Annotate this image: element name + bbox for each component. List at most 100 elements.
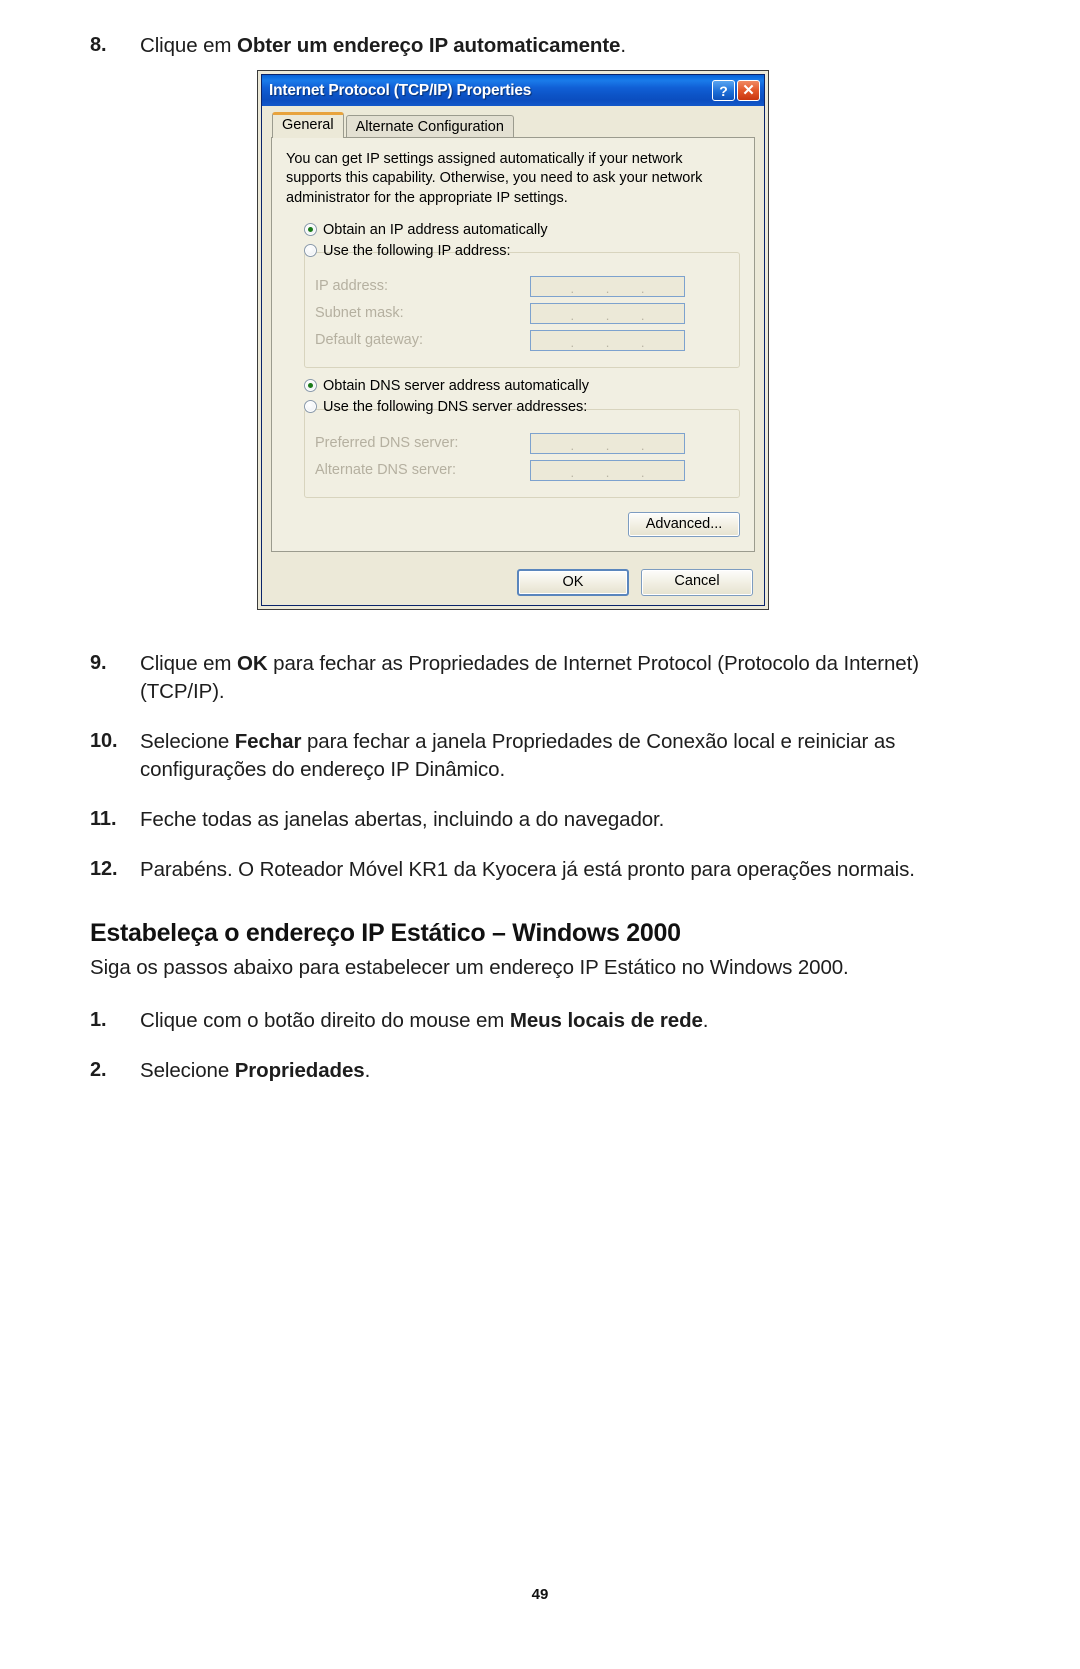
- list-item: 8. Clique em Obter um endereço IP automa…: [90, 32, 990, 60]
- ip-separator-dot: .: [640, 438, 645, 454]
- field-label: IP address:: [315, 278, 389, 295]
- page-content: 8. Clique em Obter um endereço IP automa…: [90, 32, 990, 1107]
- dialog-tabstrip: General Alternate Configuration: [262, 106, 764, 141]
- section-lead: Siga os passos abaixo para estabelecer u…: [90, 955, 849, 979]
- radio-label: Obtain DNS server address automatically: [323, 377, 589, 394]
- page-number: 49: [531, 1586, 549, 1603]
- ip-separator-dot: .: [640, 308, 645, 324]
- alternate-dns-input[interactable]: . . .: [530, 459, 685, 481]
- ok-button[interactable]: OK: [517, 568, 629, 596]
- list-item: 9. Clique em OK para fechar as Propriedad…: [90, 650, 990, 706]
- dialog-titlebar: Internet Protocol (TCP/IP) Properties ? …: [262, 75, 764, 107]
- radio-label: Use the following IP address:: [323, 242, 511, 259]
- help-icon[interactable]: ?: [712, 80, 735, 102]
- plain-text: Feche todas as janelas abertas, incluind…: [140, 808, 665, 832]
- ip-separator-dot: .: [605, 438, 610, 454]
- radio-icon-unselected[interactable]: [304, 400, 317, 414]
- preferred-dns-input[interactable]: . . .: [530, 432, 685, 454]
- emphasis-text: Meus locais de rede: [509, 1009, 703, 1033]
- ip-separator-dot: .: [640, 465, 645, 481]
- ip-separator-dot: .: [570, 281, 575, 297]
- ip-separator-dot: .: [570, 465, 575, 481]
- plain-text: .: [364, 1059, 371, 1083]
- radio-icon-selected[interactable]: [304, 223, 317, 237]
- plain-text: Selecione: [140, 730, 235, 754]
- emphasis-text: Fechar: [234, 730, 302, 754]
- cancel-button[interactable]: Cancel: [641, 568, 753, 596]
- ip-separator-dot: .: [640, 281, 645, 297]
- static-ip-groupbox: IP address: . . . Subnet mask: . . . Def…: [304, 251, 740, 368]
- list-item: 11. Feche todas as janelas abertas, inclu…: [90, 806, 990, 834]
- step-text: Parabéns. O Roteador Móvel KR1 da Kyocer…: [140, 856, 990, 884]
- ip-separator-dot: .: [570, 335, 575, 351]
- plain-text: Parabéns. O Roteador Móvel KR1 da Kyocer…: [140, 858, 915, 882]
- ip-separator-dot: .: [570, 438, 575, 454]
- radio-obtain-ip-automatically[interactable]: Obtain an IP address automatically: [304, 222, 740, 238]
- dialog-footer: OK Cancel: [262, 561, 764, 605]
- list-item: 10. Selecione Fechar para fechar a janela…: [90, 728, 990, 784]
- ip-separator-dot: .: [640, 335, 645, 351]
- list-item: 1. Clique com o botão direito do mouse em…: [90, 1007, 990, 1035]
- ip-separator-dot: .: [605, 281, 610, 297]
- steps-list-bottom: 9. Clique em OK para fechar as Propriedad…: [90, 650, 990, 884]
- radio-obtain-dns-automatically[interactable]: Obtain DNS server address automatically: [304, 378, 740, 394]
- tab-panel-general: You can get IP settings assigned automat…: [271, 137, 755, 552]
- step-number: 9.: [90, 652, 107, 675]
- plain-text: Clique em: [140, 34, 237, 57]
- static-dns-groupbox: Preferred DNS server: . . . Alternate DN…: [304, 408, 740, 498]
- ip-separator-dot: .: [605, 465, 610, 481]
- steps-list-section: 1. Clique com o botão direito do mouse em…: [90, 1007, 990, 1085]
- dialog-title: Internet Protocol (TCP/IP) Properties: [269, 81, 532, 99]
- ip-separator-dot: .: [570, 308, 575, 324]
- plain-text: .: [702, 1009, 709, 1033]
- ip-separator-dot: .: [605, 335, 610, 351]
- dialog-description: You can get IP settings assigned automat…: [286, 151, 703, 206]
- field-subnet-mask: Subnet mask: . . .: [315, 302, 729, 324]
- titlebar-buttons: ? ✕: [712, 80, 760, 102]
- tab-general[interactable]: General: [272, 112, 344, 139]
- subnet-mask-input[interactable]: . . .: [530, 302, 685, 324]
- emphasis-text: OK: [237, 652, 268, 676]
- step-number: 10.: [90, 730, 118, 753]
- radio-use-following-dns[interactable]: Use the following DNS server addresses:: [304, 399, 740, 415]
- radio-icon-selected[interactable]: [304, 379, 317, 393]
- field-preferred-dns: Preferred DNS server: . . .: [315, 432, 729, 454]
- close-icon[interactable]: ✕: [737, 80, 760, 102]
- radio-use-following-ip[interactable]: Use the following IP address:: [304, 243, 740, 259]
- step-number: 1.: [90, 1009, 107, 1032]
- step-text: Clique em Obter um endereço IP automatic…: [140, 32, 990, 60]
- section-heading: Estabeleça o endereço IP Estático – Wind…: [90, 918, 681, 947]
- step-text: Clique em OK para fechar as Propriedades…: [140, 650, 990, 706]
- step-text: Selecione Fechar para fechar a janela Pr…: [140, 728, 990, 784]
- advanced-button[interactable]: Advanced...: [628, 511, 740, 537]
- plain-text: Selecione: [140, 1059, 235, 1083]
- plain-text: Clique em: [140, 652, 237, 676]
- plain-text: .: [620, 34, 626, 57]
- field-label: Default gateway:: [315, 332, 424, 349]
- radio-label: Obtain an IP address automatically: [323, 221, 548, 238]
- step-number: 12.: [90, 858, 118, 881]
- list-item: 2. Selecione Propriedades.: [90, 1057, 990, 1085]
- field-label: Subnet mask:: [315, 305, 404, 322]
- default-gateway-input[interactable]: . . .: [530, 329, 685, 351]
- field-label: Preferred DNS server:: [315, 435, 459, 452]
- ip-address-input[interactable]: . . .: [530, 275, 685, 297]
- field-label: Alternate DNS server:: [315, 462, 457, 479]
- emphasis-text: Obter um endereço IP automaticamente: [237, 34, 621, 57]
- document-page: 8. Clique em Obter um endereço IP automa…: [0, 0, 1080, 1669]
- step-text: Feche todas as janelas abertas, incluind…: [140, 806, 990, 834]
- step-text: Selecione Propriedades.: [140, 1057, 990, 1085]
- step-number: 11.: [90, 808, 117, 831]
- step-text: Clique com o botão direito do mouse em M…: [140, 1007, 990, 1035]
- list-item: 12. Parabéns. O Roteador Móvel KR1 da Kyo…: [90, 856, 990, 884]
- step-number: 8.: [90, 34, 107, 56]
- dialog-figure: Internet Protocol (TCP/IP) Properties ? …: [90, 70, 990, 650]
- ip-separator-dot: .: [605, 308, 610, 324]
- radio-icon-unselected[interactable]: [304, 244, 317, 258]
- tcpip-properties-dialog: Internet Protocol (TCP/IP) Properties ? …: [257, 70, 769, 610]
- radio-label: Use the following DNS server addresses:: [323, 398, 588, 415]
- step-number: 2.: [90, 1059, 107, 1082]
- field-ip-address: IP address: . . .: [315, 275, 729, 297]
- field-alternate-dns: Alternate DNS server: . . .: [315, 459, 729, 481]
- emphasis-text: Propriedades: [234, 1059, 365, 1083]
